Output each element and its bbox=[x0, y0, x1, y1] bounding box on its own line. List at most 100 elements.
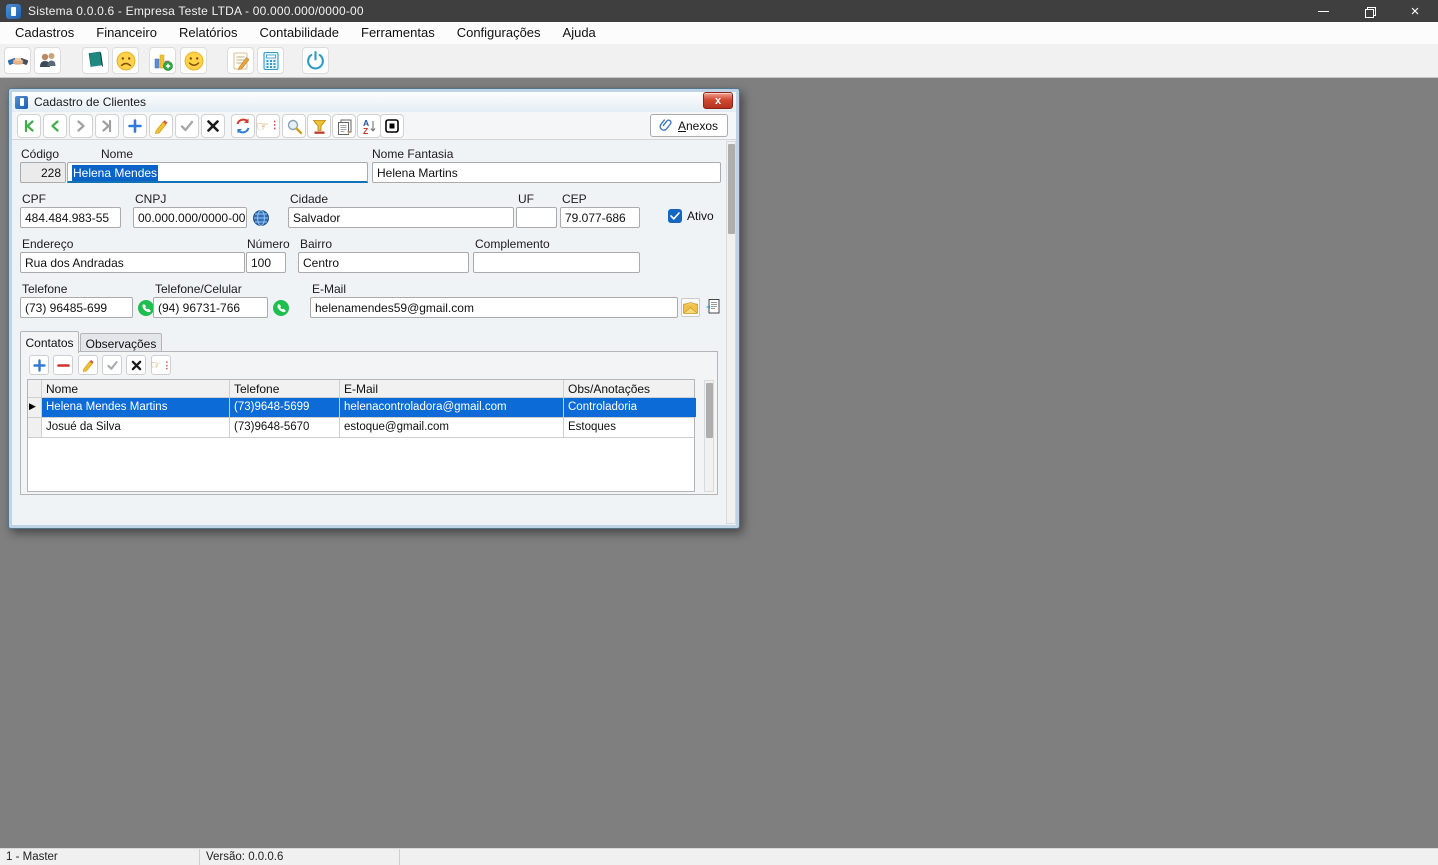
minimize-icon bbox=[1317, 10, 1329, 12]
table-row[interactable]: Josué da Silva (73)9648-5670 estoque@gma… bbox=[28, 418, 694, 438]
contatos-panel: ☞ ⋮ Nome Telefone E-Mail Obs/Anotações ▶ … bbox=[20, 351, 718, 495]
statusbar: 1 - Master Versão: 0.0.0.6 bbox=[0, 848, 1438, 865]
restore-button[interactable] bbox=[1346, 0, 1392, 22]
nome-field[interactable]: Helena Mendes bbox=[67, 162, 368, 183]
cnpj-field[interactable]: 00.000.000/0000-00 bbox=[133, 207, 247, 228]
confirm-button[interactable] bbox=[175, 114, 199, 138]
numero-label: Número bbox=[247, 237, 290, 251]
edit-icon bbox=[155, 120, 168, 134]
cep-field[interactable]: 79.077-686 bbox=[560, 207, 640, 228]
dialog-scrollbar-thumb[interactable] bbox=[728, 144, 735, 234]
chart-add-button[interactable] bbox=[149, 47, 176, 74]
anexos-label: Anexos bbox=[677, 118, 718, 133]
celular-field[interactable]: (94) 96731-766 bbox=[153, 297, 268, 318]
cnpj-label: CNPJ bbox=[135, 192, 167, 206]
whatsapp-icon bbox=[272, 299, 289, 316]
tab-contatos[interactable]: Contatos bbox=[20, 331, 79, 353]
email-field[interactable]: helenamendes59@gmail.com bbox=[310, 297, 678, 318]
happy-face-button[interactable] bbox=[180, 47, 207, 74]
contact-remove-button[interactable] bbox=[53, 355, 73, 375]
contact-edit-button[interactable] bbox=[78, 355, 98, 375]
refresh-button[interactable] bbox=[231, 114, 255, 138]
cpf-label: CPF bbox=[22, 192, 46, 206]
complemento-field[interactable] bbox=[473, 252, 640, 273]
chart-add-icon bbox=[154, 54, 173, 71]
nav-first-button[interactable] bbox=[17, 114, 41, 138]
whatsapp-celular-button[interactable] bbox=[271, 298, 290, 317]
cidade-field[interactable]: Salvador bbox=[288, 207, 514, 228]
calculator-button[interactable] bbox=[257, 47, 284, 74]
menu-contabilidade[interactable]: Contabilidade bbox=[248, 22, 350, 44]
filter-button[interactable] bbox=[307, 114, 331, 138]
numero-field[interactable]: 100 bbox=[246, 252, 286, 273]
telefone-field[interactable]: (73) 96485-699 bbox=[20, 297, 133, 318]
calculator-icon bbox=[262, 51, 279, 70]
anexos-button[interactable]: Anexos bbox=[649, 114, 728, 137]
cnpj-lookup-button[interactable] bbox=[251, 208, 270, 227]
nome-fantasia-field[interactable]: Helena Martins bbox=[372, 162, 721, 183]
search-button[interactable] bbox=[282, 114, 306, 138]
table-scrollbar[interactable] bbox=[704, 380, 714, 492]
add-button[interactable] bbox=[123, 114, 147, 138]
ativo-label: Ativo bbox=[687, 209, 714, 223]
ativo-checkbox[interactable]: Ativo bbox=[668, 209, 714, 223]
menu-ajuda[interactable]: Ajuda bbox=[552, 22, 607, 44]
dialog-close-button[interactable]: x bbox=[703, 92, 733, 109]
table-row[interactable]: ▶ Helena Mendes Martins (73)9648-5699 he… bbox=[28, 398, 696, 418]
sort-az-button[interactable]: A Z bbox=[357, 114, 381, 138]
menu-relatorios[interactable]: Relatórios bbox=[168, 22, 249, 44]
locate-icon: ☞ bbox=[150, 358, 162, 372]
dialog-form: Código Nome 228 Helena Mendes Nome Fanta… bbox=[12, 140, 736, 525]
table-scrollbar-thumb[interactable] bbox=[706, 383, 713, 438]
menu-cadastros[interactable]: Cadastros bbox=[4, 22, 85, 44]
note-edit-button[interactable] bbox=[227, 47, 254, 74]
contact-confirm-button[interactable] bbox=[102, 355, 122, 375]
menu-configuracoes[interactable]: Configurações bbox=[446, 22, 552, 44]
locate-button[interactable]: ☞ ⋮ bbox=[256, 114, 280, 138]
sad-face-icon bbox=[116, 51, 135, 70]
power-button[interactable] bbox=[302, 47, 329, 74]
nav-last-button[interactable] bbox=[95, 114, 119, 138]
contact-cancel-button[interactable] bbox=[126, 355, 146, 375]
complemento-label: Complemento bbox=[475, 237, 550, 251]
menu-financeiro[interactable]: Financeiro bbox=[85, 22, 168, 44]
row-indicator-icon: ▶ bbox=[28, 398, 42, 417]
email-document-button[interactable] bbox=[703, 297, 722, 316]
cancel-icon bbox=[207, 120, 219, 132]
email-label: E-Mail bbox=[312, 282, 347, 296]
endereco-field[interactable]: Rua dos Andradas bbox=[20, 252, 245, 273]
stop-button[interactable] bbox=[380, 114, 404, 138]
nome-fantasia-label: Nome Fantasia bbox=[372, 147, 454, 161]
nav-prev-button[interactable] bbox=[43, 114, 67, 138]
report-button[interactable] bbox=[332, 114, 356, 138]
cell-obs: Controladoria bbox=[564, 398, 696, 417]
happy-face-icon bbox=[184, 51, 203, 70]
nav-next-button[interactable] bbox=[69, 114, 93, 138]
globe-icon bbox=[252, 209, 269, 226]
uf-dropdown[interactable] bbox=[516, 207, 557, 228]
book-button[interactable] bbox=[82, 47, 109, 74]
menu-ferramentas[interactable]: Ferramentas bbox=[350, 22, 446, 44]
send-email-button[interactable] bbox=[681, 298, 700, 317]
handshake-button[interactable] bbox=[4, 47, 31, 74]
sad-face-button[interactable] bbox=[112, 47, 139, 74]
contact-locate-button[interactable]: ☞ ⋮ bbox=[151, 355, 171, 375]
cancel-button[interactable] bbox=[201, 114, 225, 138]
header-telefone[interactable]: Telefone bbox=[230, 380, 340, 397]
cpf-field[interactable]: 484.484.983-55 bbox=[20, 207, 121, 228]
add-icon bbox=[128, 119, 142, 133]
clients-button[interactable] bbox=[34, 47, 61, 74]
bairro-field[interactable]: Centro bbox=[298, 252, 469, 273]
edit-button[interactable] bbox=[149, 114, 173, 138]
header-obs[interactable]: Obs/Anotações bbox=[564, 380, 696, 397]
email-document-icon bbox=[705, 299, 719, 314]
close-button[interactable]: × bbox=[1392, 0, 1438, 22]
dialog-scrollbar[interactable] bbox=[726, 141, 736, 524]
remove-icon bbox=[56, 363, 70, 367]
contacts-table: Nome Telefone E-Mail Obs/Anotações ▶ Hel… bbox=[27, 379, 696, 492]
codigo-field[interactable]: 228 bbox=[20, 162, 66, 183]
header-email[interactable]: E-Mail bbox=[340, 380, 564, 397]
header-nome[interactable]: Nome bbox=[42, 380, 230, 397]
minimize-button[interactable] bbox=[1300, 0, 1346, 22]
contact-add-button[interactable] bbox=[29, 355, 49, 375]
